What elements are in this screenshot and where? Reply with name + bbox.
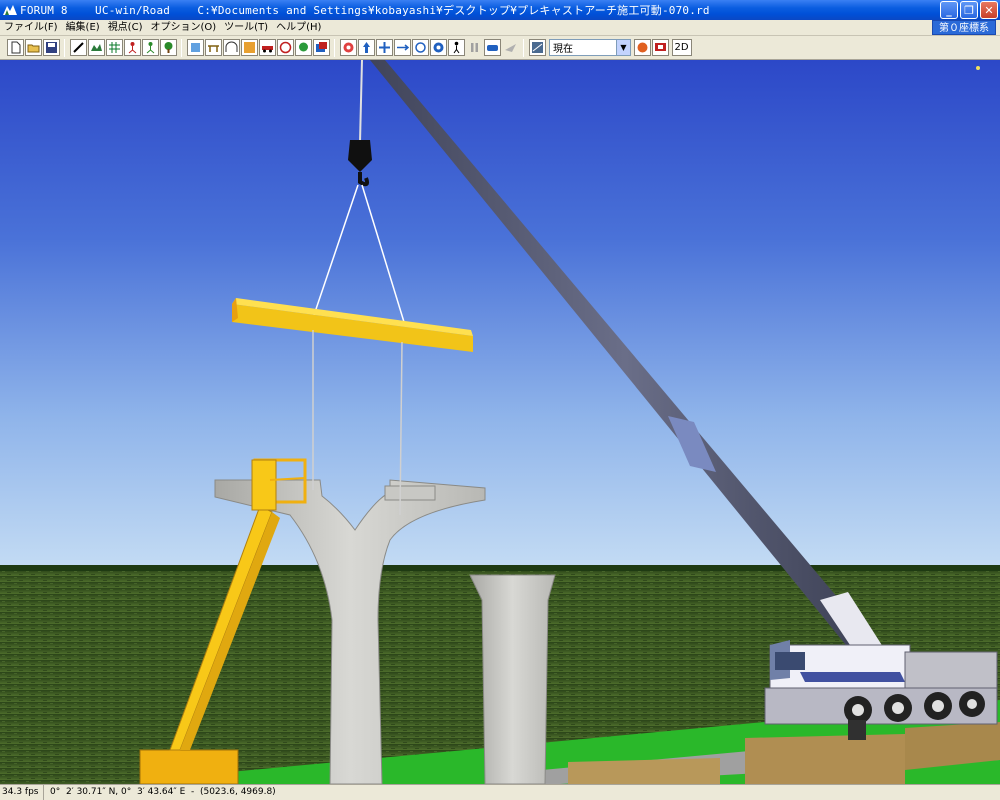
- scene-canvas[interactable]: [0, 60, 1000, 784]
- target-icon: [343, 42, 353, 53]
- time-select[interactable]: 現在 ▼: [549, 39, 631, 56]
- import-button[interactable]: [186, 39, 204, 56]
- status-bar: 34.3 fps 0° 2′ 30.71″ N, 0° 3′ 43.64″ E …: [0, 784, 1000, 800]
- toggle-2d-button[interactable]: 2D: [671, 39, 692, 56]
- pan-button[interactable]: [375, 39, 393, 56]
- person-icon: [128, 42, 136, 54]
- walk-button[interactable]: [447, 39, 465, 56]
- pause-icon: [470, 43, 478, 52]
- tree-button[interactable]: [159, 39, 177, 56]
- grid-button[interactable]: [105, 39, 123, 56]
- toolbar-separator: [523, 38, 524, 57]
- texture-button[interactable]: [240, 39, 258, 56]
- pause-button[interactable]: [466, 39, 483, 56]
- menu-tools[interactable]: ツール(T): [220, 20, 272, 36]
- zoom-button[interactable]: [429, 39, 447, 56]
- sign-button[interactable]: [276, 39, 294, 56]
- layer-button[interactable]: [312, 39, 330, 56]
- menu-file[interactable]: ファイル(F): [0, 20, 62, 36]
- toolbar-separator: [64, 38, 65, 57]
- menu-edit[interactable]: 編集(E): [62, 20, 104, 36]
- terrain-icon: [90, 44, 102, 51]
- fly-button[interactable]: [502, 39, 519, 56]
- time-mode-button[interactable]: [528, 39, 546, 56]
- weather-icon: [637, 42, 648, 53]
- sky: [0, 60, 1000, 570]
- time-select-value: 現在: [553, 44, 573, 55]
- toolbar-separator: [181, 38, 182, 57]
- bridge-button[interactable]: [204, 39, 222, 56]
- bridge-icon: [207, 45, 219, 52]
- person-button[interactable]: [123, 39, 141, 56]
- open-file-button[interactable]: [24, 39, 42, 56]
- title-bar: FORUM 8 UC-win/Road C:¥Documents and Set…: [0, 0, 1000, 20]
- car-icon: [261, 46, 273, 53]
- sun-glint: [976, 66, 980, 70]
- person-walk-icon: [146, 42, 154, 54]
- minimize-button[interactable]: _: [940, 1, 958, 19]
- road-edit-icon: [72, 42, 84, 53]
- terrain-button[interactable]: [87, 39, 105, 56]
- tunnel-button[interactable]: [222, 39, 240, 56]
- coordinate-readout: 0° 2′ 30.71″ N, 0° 3′ 43.64″ E - (5023.6…: [50, 787, 276, 797]
- plant-button[interactable]: [294, 39, 312, 56]
- zoom-icon: [433, 42, 443, 53]
- new-file-button[interactable]: [6, 39, 24, 56]
- new-file-icon: [11, 41, 20, 54]
- open-folder-icon: [27, 44, 39, 53]
- target-button[interactable]: [339, 39, 357, 56]
- menu-help[interactable]: ヘルプ(H): [272, 20, 325, 36]
- menu-view[interactable]: 視点(C): [104, 20, 147, 36]
- texture-icon: [243, 42, 255, 53]
- car-button[interactable]: [258, 39, 276, 56]
- time-icon: [531, 42, 543, 53]
- rotate-icon: [414, 42, 426, 53]
- tunnel-icon: [225, 41, 237, 52]
- menu-bar: ファイル(F) 編集(E) 視点(C) オプション(O) ツール(T) ヘルプ(…: [0, 20, 1000, 36]
- move-icon: [396, 44, 409, 51]
- save-icon: [45, 42, 57, 53]
- chevron-down-icon: ▼: [616, 40, 630, 55]
- import-icon: [190, 43, 200, 52]
- plant-icon: [298, 42, 308, 52]
- walk-icon: [453, 41, 459, 54]
- horizon-line: [0, 565, 1000, 571]
- restore-button[interactable]: ❐: [960, 1, 978, 19]
- menu-options[interactable]: オプション(O): [146, 20, 220, 36]
- close-button[interactable]: ✕: [980, 1, 998, 19]
- save-button[interactable]: [42, 39, 60, 56]
- sign-icon: [279, 41, 291, 54]
- weather-button[interactable]: [634, 39, 651, 56]
- rotate-button[interactable]: [411, 39, 429, 56]
- toolbar-separator: [334, 38, 335, 57]
- fly-icon: [504, 44, 516, 52]
- road-edit-button[interactable]: [69, 39, 87, 56]
- tree-icon: [164, 42, 172, 53]
- coordinate-system-indicator[interactable]: 第０座標系: [932, 20, 996, 35]
- up-arrow-button[interactable]: [357, 39, 375, 56]
- walk-person-button[interactable]: [141, 39, 159, 56]
- pan-icon: [378, 42, 390, 53]
- fps-readout: 34.3 fps: [0, 785, 44, 800]
- flag-button[interactable]: [652, 39, 669, 56]
- sand-block-1: [568, 758, 720, 784]
- drive-icon: [486, 45, 498, 51]
- 3d-viewport[interactable]: [0, 60, 1000, 784]
- flag-icon: [655, 43, 666, 51]
- up-arrow-icon: [362, 42, 370, 53]
- app-logo-icon: [3, 5, 17, 15]
- sand-block-2: [745, 734, 905, 784]
- main-toolbar: 現在 ▼ 2D: [0, 36, 1000, 60]
- window-title: FORUM 8 UC-win/Road C:¥Documents and Set…: [20, 4, 710, 17]
- layer-icon: [315, 42, 327, 52]
- grid-icon: [108, 42, 120, 53]
- drive-button[interactable]: [483, 39, 501, 56]
- move-button[interactable]: [393, 39, 411, 56]
